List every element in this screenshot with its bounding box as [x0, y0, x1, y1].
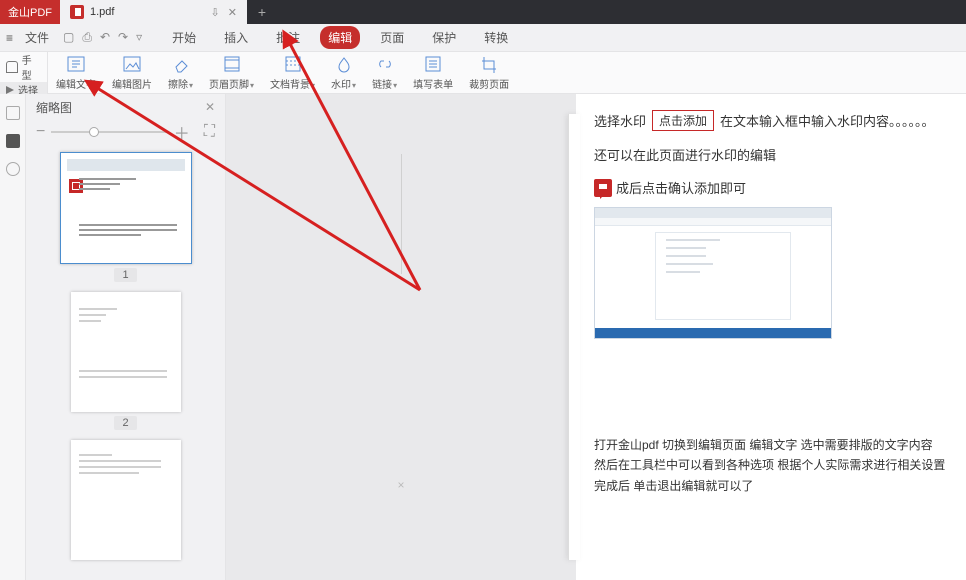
page-number-1: 1	[114, 268, 136, 282]
arrow-icon	[6, 86, 14, 94]
rail-thumbnail-icon[interactable]	[6, 134, 20, 148]
watermark-button[interactable]: 水印▾	[331, 55, 356, 91]
rail-bookmark-icon[interactable]	[6, 106, 20, 120]
para-line-3: 完成后 单击退出编辑就可以了	[594, 476, 948, 496]
background-label: 文档背景▾	[270, 76, 315, 91]
header-footer-label: 页眉页脚▾	[209, 76, 254, 91]
crop-label: 裁剪页面	[469, 76, 509, 91]
zoom-out-icon[interactable]: −	[36, 123, 45, 141]
r1-text-a: 选择水印	[594, 111, 646, 130]
r3-text: 成后点击确认添加即可	[616, 178, 746, 197]
hand-tool[interactable]: 手型	[0, 52, 47, 82]
thumbnail-page-3[interactable]	[71, 440, 181, 560]
erase-icon	[171, 55, 191, 73]
hand-icon	[6, 61, 18, 73]
para-line-2: 然后在工具栏中可以看到各种选项 根据个人实际需求进行相关设置	[594, 455, 948, 475]
form-label: 填写表单	[413, 76, 453, 91]
document-tab[interactable]: 1.pdf ⇩ ✕	[60, 0, 247, 24]
tab-annotate[interactable]: 批注	[268, 26, 308, 49]
hamburger-icon[interactable]: ≡	[6, 31, 13, 45]
watermark-label: 水印▾	[331, 76, 356, 91]
qa-undo-icon[interactable]: ↶	[98, 30, 112, 45]
link-icon	[375, 55, 395, 73]
document-canvas[interactable]: ×	[226, 94, 576, 580]
edit-image-icon	[122, 55, 142, 73]
tab-edit[interactable]: 编辑	[320, 26, 360, 49]
qa-print-icon[interactable]: ⎙	[80, 30, 94, 45]
page-edge	[568, 114, 580, 560]
workspace: 缩略图 ✕ − ＋ ⛶ 1	[0, 94, 966, 580]
app-brand: 金山PDF	[0, 0, 60, 24]
pointer-mode: 手型 选择	[0, 52, 48, 93]
r2-text: 还可以在此页面进行水印的编辑	[594, 145, 948, 164]
link-button[interactable]: 链接▾	[372, 55, 397, 91]
background-button[interactable]: 文档背景▾	[270, 55, 315, 91]
add-watermark-button[interactable]: 点击添加	[652, 110, 714, 131]
file-menu[interactable]: 文件	[19, 27, 55, 48]
titlebar: 金山PDF 1.pdf ⇩ ✕ +	[0, 0, 966, 24]
thumbnail-controls: − ＋ ⛶	[26, 120, 225, 144]
edit-image-label: 编辑图片	[112, 76, 152, 91]
comment-icon	[594, 179, 612, 197]
tab-convert[interactable]: 转换	[476, 26, 516, 49]
ribbon-tabs: 开始 插入 批注 编辑 页面 保护 转换	[164, 26, 516, 49]
instruction-paragraph: 打开金山pdf 切换到编辑页面 编辑文字 选中需要排版的文字内容 然后在工具栏中…	[594, 435, 948, 496]
thumbnail-page-1[interactable]	[60, 152, 192, 264]
hand-label: 手型	[22, 52, 41, 82]
header-footer-button[interactable]: 页眉页脚▾	[209, 55, 254, 91]
edit-text-label: 编辑文字	[56, 76, 96, 91]
para-line-1: 打开金山pdf 切换到编辑页面 编辑文字 选中需要排版的文字内容	[594, 435, 948, 455]
tab-pin-icon[interactable]: ⇩	[210, 6, 219, 19]
background-icon	[283, 55, 303, 73]
thumbnail-page-2[interactable]	[71, 292, 181, 412]
thumbnail-title: 缩略图	[36, 99, 72, 116]
erase-label: 擦除▾	[168, 76, 193, 91]
form-icon	[423, 55, 443, 73]
qa-dropdown-icon[interactable]: ▿	[134, 30, 144, 45]
tab-start[interactable]: 开始	[164, 26, 204, 49]
header-footer-icon	[222, 55, 242, 73]
tab-insert[interactable]: 插入	[216, 26, 256, 49]
crop-button[interactable]: 裁剪页面	[469, 55, 509, 91]
tab-protect[interactable]: 保护	[424, 26, 464, 49]
thumbnail-panel: 缩略图 ✕ − ＋ ⛶ 1	[26, 94, 226, 580]
page-number-2: 2	[114, 416, 136, 430]
watermark-icon	[334, 55, 354, 73]
tab-close-icon[interactable]: ✕	[228, 6, 237, 19]
canvas-center-mark: ×	[397, 478, 404, 492]
qa-redo-icon[interactable]: ↷	[116, 30, 130, 45]
quick-access: ▢ ⎙ ↶ ↷ ▿	[61, 30, 144, 45]
tab-page[interactable]: 页面	[372, 26, 412, 49]
menubar: ≡ 文件 ▢ ⎙ ↶ ↷ ▿ 开始 插入 批注 编辑 页面 保护 转换	[0, 24, 966, 52]
thumbnail-zoom-slider[interactable]	[51, 131, 167, 133]
thumbnail-expand-icon[interactable]: ⛶	[204, 123, 215, 141]
new-tab-button[interactable]: +	[247, 0, 277, 24]
edit-image-button[interactable]: 编辑图片	[112, 55, 152, 91]
right-panel: 选择水印 点击添加 在文本输入框中输入水印内容。。。。。。 还可以在此页面进行水…	[576, 94, 966, 580]
thumbnail-close-icon[interactable]: ✕	[205, 100, 215, 114]
siderail	[0, 94, 26, 580]
crop-icon	[479, 55, 499, 73]
canvas-divider	[401, 154, 402, 274]
erase-button[interactable]: 擦除▾	[168, 55, 193, 91]
qa-save-icon[interactable]: ▢	[61, 30, 76, 45]
edit-text-button[interactable]: 编辑文字	[56, 55, 96, 91]
edit-text-icon	[66, 55, 86, 73]
link-label: 链接▾	[372, 76, 397, 91]
pdf-icon	[70, 5, 84, 19]
document-tab-label: 1.pdf	[90, 6, 114, 18]
r1-text-b: 在文本输入框中输入水印内容。。。。。。	[720, 111, 935, 130]
zoom-in-icon[interactable]: ＋	[174, 120, 190, 144]
toolbar-group: 编辑文字 编辑图片 擦除▾ 页眉页脚▾ 文档背景▾ 水印▾ 链接▾ 填写表单	[48, 52, 517, 93]
rail-attachment-icon[interactable]	[6, 162, 20, 176]
form-button[interactable]: 填写表单	[413, 55, 453, 91]
tab-controls: ⇩ ✕	[210, 6, 236, 19]
screenshot-preview	[594, 207, 832, 339]
thumbnail-list[interactable]: 1 2	[26, 144, 225, 580]
toolbar: 手型 选择 编辑文字 编辑图片 擦除▾ 页眉页脚▾ 文档背景▾ 水	[0, 52, 966, 94]
